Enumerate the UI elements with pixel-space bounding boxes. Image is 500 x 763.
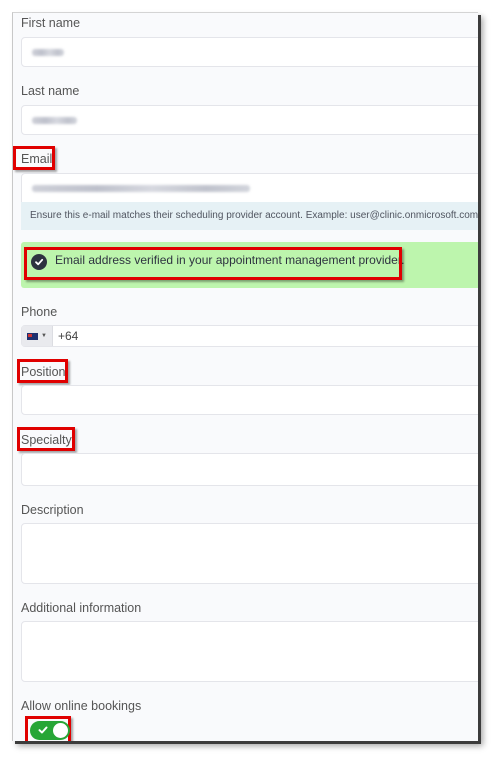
last-name-input[interactable] <box>21 105 478 135</box>
redacted-last-name <box>32 117 77 124</box>
caret-down-icon: ▼ <box>41 333 47 339</box>
position-input[interactable] <box>21 385 478 415</box>
description-textarea[interactable] <box>21 523 478 584</box>
last-name-label: Last name <box>21 84 80 98</box>
additional-information-textarea[interactable] <box>21 621 478 682</box>
specialty-input[interactable] <box>21 453 478 486</box>
position-label: Position <box>21 365 66 379</box>
toggle-knob <box>53 723 68 738</box>
email-hint: Ensure this e-mail matches their schedul… <box>21 202 478 230</box>
description-label: Description <box>21 503 84 517</box>
new-zealand-flag-icon <box>27 332 38 340</box>
allow-online-bookings-label: Allow online bookings <box>21 699 142 713</box>
verified-message-highlight <box>24 247 402 280</box>
redacted-email <box>32 185 250 192</box>
phone-value: +64 <box>58 329 79 343</box>
phone-input[interactable]: ▼ +64 <box>21 325 478 347</box>
staff-profile-form: First name Last name Email Ensure this e… <box>12 12 478 741</box>
first-name-input[interactable] <box>21 37 478 67</box>
first-name-label: First name <box>21 16 81 30</box>
country-select[interactable]: ▼ <box>22 326 53 346</box>
email-input[interactable] <box>21 173 478 203</box>
email-label: Email <box>21 152 53 166</box>
phone-label: Phone <box>21 305 58 319</box>
allow-online-bookings-toggle[interactable] <box>30 721 70 740</box>
specialty-label: Specialty <box>21 433 72 447</box>
check-icon <box>38 726 48 734</box>
redacted-first-name <box>32 49 64 56</box>
additional-information-label: Additional information <box>21 601 142 615</box>
